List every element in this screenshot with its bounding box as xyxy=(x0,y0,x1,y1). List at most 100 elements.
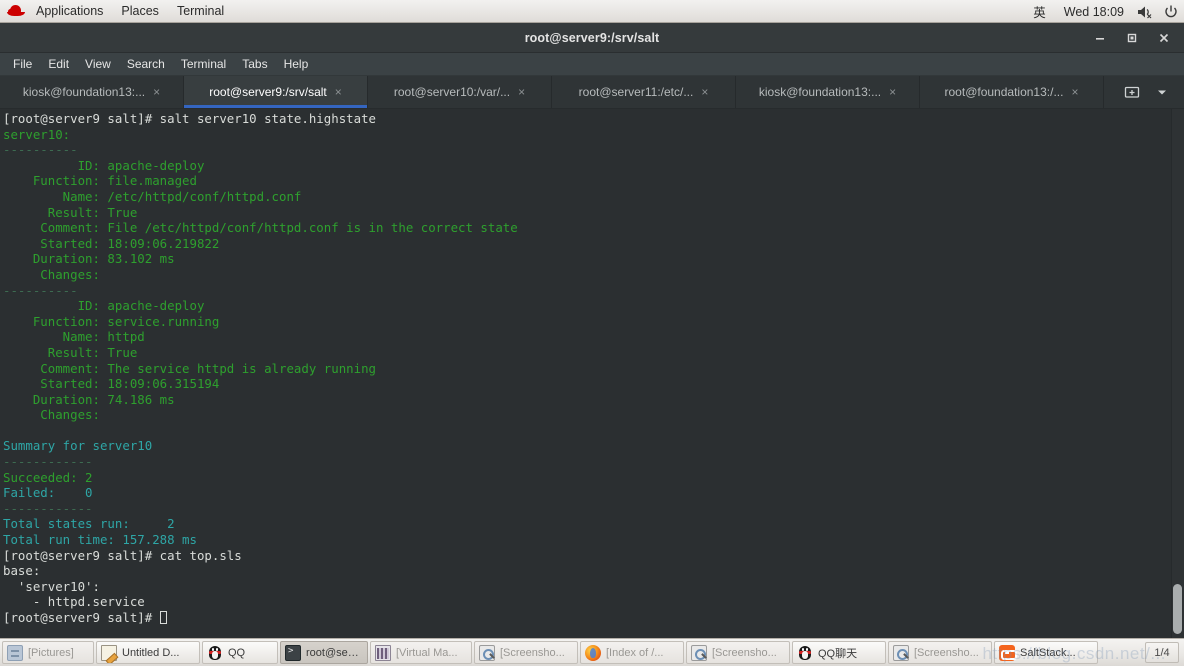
taskbar-item[interactable]: root@serv... xyxy=(280,641,368,664)
taskbar-item-label: QQ xyxy=(228,646,246,659)
tab-close-icon[interactable]: × xyxy=(1071,86,1078,98)
terminal-window: root@server9:/srv/salt File Edit View Se… xyxy=(0,23,1184,638)
terminal-tab[interactable]: root@foundation13:/... × xyxy=(920,76,1104,108)
new-tab-icon[interactable] xyxy=(1118,76,1146,108)
terminal-text: [root@server9 salt]# salt server10 state… xyxy=(3,111,518,626)
tab-close-icon[interactable]: × xyxy=(701,86,708,98)
terminal-tab[interactable]: kiosk@foundation13:... × xyxy=(0,76,184,108)
terminal-output-area[interactable]: [root@server9 salt]# salt server10 state… xyxy=(0,109,1184,638)
terminal-tab[interactable]: root@server9:/srv/salt × xyxy=(184,76,368,108)
terminal-line: Changes: xyxy=(3,407,123,423)
gnome-top-panel: Applications Places Terminal 英 Wed 18:09 xyxy=(0,0,1184,23)
terminal-tab[interactable]: root@server11:/etc/... × xyxy=(552,76,736,108)
panel-menu-terminal[interactable]: Terminal xyxy=(168,0,233,23)
terminal-line: ------------ xyxy=(3,500,93,516)
taskbar-item[interactable]: [Pictures] xyxy=(2,641,94,664)
terminal-line: [root@server9 salt]# cat top.sls xyxy=(3,547,242,563)
terminal-line: server10: xyxy=(3,126,71,142)
volume-muted-icon[interactable] xyxy=(1132,0,1158,23)
scrollbar-thumb[interactable] xyxy=(1173,584,1182,634)
taskbar-item-label: [Pictures] xyxy=(28,646,74,659)
terminal-line: ---------- xyxy=(3,142,78,158)
taskbar-item[interactable]: [Index of /... xyxy=(580,641,684,664)
terminal-tab[interactable]: kiosk@foundation13:... × xyxy=(736,76,920,108)
taskbar-item-label: QQ聊天 xyxy=(818,647,858,660)
penguin-icon xyxy=(797,645,813,661)
tab-close-icon[interactable]: × xyxy=(153,86,160,98)
chevron-down-icon[interactable] xyxy=(1148,76,1176,108)
taskbar-item[interactable]: [Virtual Ma... xyxy=(370,641,472,664)
redhat-logo-icon[interactable] xyxy=(5,0,27,23)
menu-edit[interactable]: Edit xyxy=(40,53,77,76)
menu-search[interactable]: Search xyxy=(119,53,173,76)
taskbar-item[interactable]: SaltStack... xyxy=(994,641,1098,664)
terminal-line: Started: 18:09:06.219822 xyxy=(3,235,220,251)
terminal-line: Result: True xyxy=(3,344,138,360)
terminal-line: Changes: xyxy=(3,266,123,282)
menu-terminal[interactable]: Terminal xyxy=(173,53,234,76)
clock[interactable]: Wed 18:09 xyxy=(1056,5,1132,19)
taskbar-item[interactable]: [Screensho... xyxy=(686,641,790,664)
taskbar-item[interactable]: [Screensho... xyxy=(888,641,992,664)
terminal-tab-label: root@server10:/var/... xyxy=(393,85,511,99)
terminal-line: [root@server9 salt]# salt server10 state… xyxy=(3,111,376,126)
terminal-line: - httpd.service xyxy=(3,594,145,610)
menu-view[interactable]: View xyxy=(77,53,119,76)
terminal-cursor xyxy=(159,611,167,624)
terminal-line: Result: True xyxy=(3,204,138,220)
menu-file[interactable]: File xyxy=(5,53,40,76)
taskbar-item[interactable]: QQ聊天 xyxy=(792,641,886,664)
tab-close-icon[interactable]: × xyxy=(889,86,896,98)
taskbar-item[interactable]: Untitled D... xyxy=(96,641,200,664)
panel-menu-places[interactable]: Places xyxy=(112,0,168,23)
panel-status-area: 英 Wed 18:09 xyxy=(1023,0,1184,23)
tab-close-icon[interactable]: × xyxy=(335,86,342,98)
terminal-line: [root@server9 salt]# xyxy=(3,610,518,626)
workspace-counter[interactable]: 1/4 xyxy=(1145,642,1179,663)
vm-icon xyxy=(375,644,391,661)
terminal-line: Total run time: 157.288 ms xyxy=(3,532,197,548)
terminal-tab-bar: kiosk@foundation13:... × root@server9:/srv… xyxy=(0,76,1184,109)
power-icon[interactable] xyxy=(1158,0,1184,23)
screenshot-icon xyxy=(893,644,909,661)
terminal-line: ID: apache-deploy xyxy=(3,157,205,173)
terminal-tab-label: kiosk@foundation13:... xyxy=(758,85,882,99)
tab-bar-spacer xyxy=(1104,76,1118,108)
close-icon[interactable] xyxy=(1150,25,1178,51)
screenshot-icon xyxy=(479,644,495,661)
window-title-bar[interactable]: root@server9:/srv/salt xyxy=(0,23,1184,53)
terminal-line: Name: httpd xyxy=(3,329,145,345)
terminal-line: Duration: 74.186 ms xyxy=(3,391,175,407)
input-method-indicator[interactable]: 英 xyxy=(1023,2,1056,21)
window-controls xyxy=(1086,23,1178,53)
screenshot-icon xyxy=(691,644,707,661)
terminal-line: Name: /etc/httpd/conf/httpd.conf xyxy=(3,188,302,204)
taskbar-item-label: SaltStack... xyxy=(1020,646,1076,659)
taskbar-item[interactable]: QQ xyxy=(202,641,278,664)
panel-menu-applications[interactable]: Applications xyxy=(27,0,112,23)
taskbar-item[interactable]: [Screensho... xyxy=(474,641,578,664)
terminal-tab-label: root@server11:/etc/... xyxy=(578,85,694,99)
terminal-line: Duration: 83.102 ms xyxy=(3,251,175,267)
terminal-line: Comment: File /etc/httpd/conf/httpd.conf… xyxy=(3,220,518,236)
tab-bar-tools xyxy=(1118,76,1184,108)
terminal-line: ID: apache-deploy xyxy=(3,298,205,314)
window-title: root@server9:/srv/salt xyxy=(524,30,660,45)
minimize-icon[interactable] xyxy=(1086,25,1114,51)
terminal-line: Total states run: 2 xyxy=(3,516,175,532)
note-icon xyxy=(101,644,117,661)
terminal-line: Failed: 0 xyxy=(3,485,93,501)
maximize-icon[interactable] xyxy=(1118,25,1146,51)
terminal-line: Summary for server10 xyxy=(3,438,153,454)
menu-tabs[interactable]: Tabs xyxy=(234,53,275,76)
terminal-tab[interactable]: root@server10:/var/... × xyxy=(368,76,552,108)
taskbar-item-label: [Index of /... xyxy=(606,646,664,659)
tab-close-icon[interactable]: × xyxy=(518,86,525,98)
vertical-scrollbar[interactable] xyxy=(1171,109,1184,638)
firefox-icon xyxy=(585,644,601,661)
terminal-line: ------------ xyxy=(3,454,93,470)
taskbar-item-label: root@serv... xyxy=(306,646,360,659)
window-list-taskbar: [Pictures] Untitled D... QQ root@serv... [Vi… xyxy=(0,638,1184,666)
menu-help[interactable]: Help xyxy=(276,53,317,76)
